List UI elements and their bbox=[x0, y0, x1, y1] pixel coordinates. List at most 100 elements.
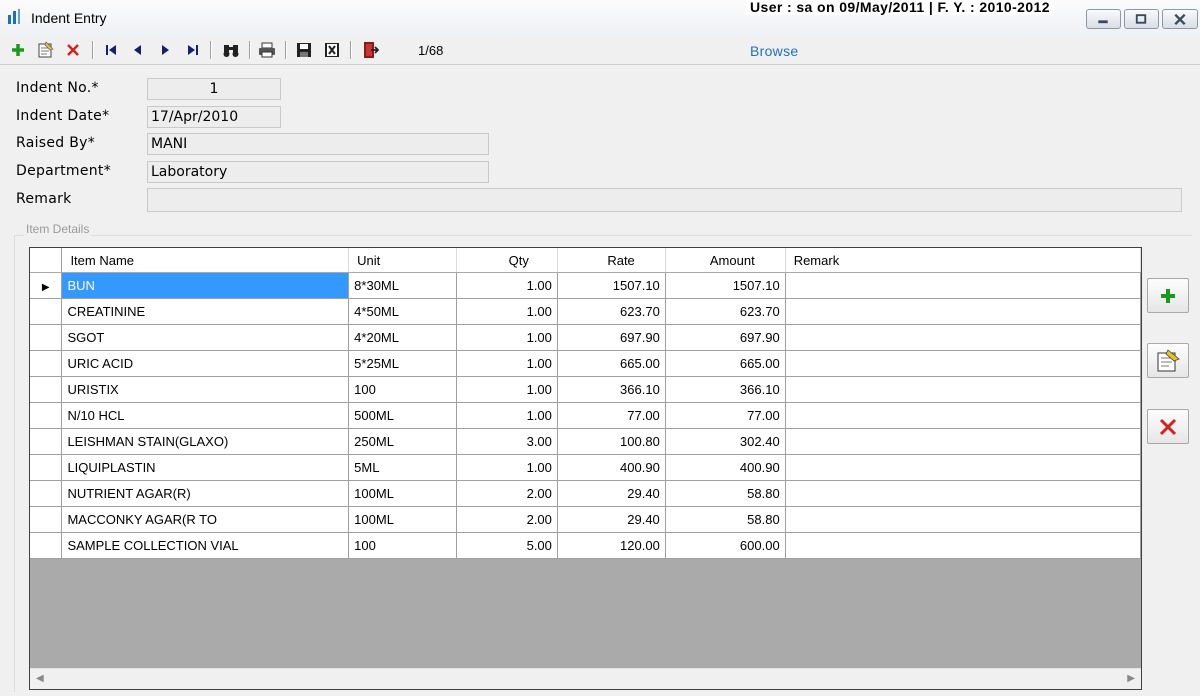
cell-name[interactable]: CREATININE bbox=[61, 298, 350, 325]
cell-remark[interactable] bbox=[785, 480, 1141, 507]
cell-name[interactable]: SAMPLE COLLECTION VIAL bbox=[61, 532, 350, 559]
table-row[interactable]: SAMPLE COLLECTION VIAL 100 5.00 120.00 600.0… bbox=[30, 532, 1141, 559]
scroll-left-icon[interactable]: ◀ bbox=[36, 673, 44, 684]
cell-rate[interactable]: 29.40 bbox=[557, 480, 666, 507]
cell-rate[interactable]: 77.00 bbox=[557, 402, 666, 429]
cell-remark[interactable] bbox=[785, 376, 1141, 403]
cell-amount[interactable]: 1507.10 bbox=[665, 272, 786, 299]
cell-rate[interactable]: 665.00 bbox=[557, 350, 666, 377]
scroll-right-icon[interactable]: ▶ bbox=[1127, 673, 1135, 684]
cell-unit[interactable]: 4*50ML bbox=[348, 298, 458, 325]
previous-record-button[interactable] bbox=[128, 40, 148, 60]
edit-item-button[interactable] bbox=[1147, 343, 1189, 378]
cell-name[interactable]: URISTIX bbox=[61, 376, 350, 403]
edit-record-button[interactable] bbox=[36, 40, 56, 60]
cell-amount[interactable]: 366.10 bbox=[665, 376, 786, 403]
add-record-button[interactable] bbox=[8, 40, 28, 60]
first-record-button[interactable] bbox=[101, 40, 121, 60]
row-header[interactable] bbox=[30, 532, 63, 559]
cell-qty[interactable]: 5.00 bbox=[456, 532, 558, 559]
table-row[interactable]: URIC ACID 5*25ML 1.00 665.00 665.00 bbox=[30, 350, 1141, 377]
table-row[interactable]: LEISHMAN STAIN(GLAXO) 250ML 3.00 100.80 302.… bbox=[30, 428, 1141, 455]
col-header-unit[interactable]: Unit bbox=[348, 248, 458, 273]
cell-name[interactable]: NUTRIENT AGAR(R) bbox=[61, 480, 350, 507]
cell-remark[interactable] bbox=[785, 532, 1141, 559]
cell-amount[interactable]: 600.00 bbox=[665, 532, 786, 559]
browse-link[interactable]: Browse bbox=[750, 43, 798, 59]
cell-unit[interactable]: 500ML bbox=[348, 402, 458, 429]
horizontal-scrollbar[interactable]: ◀ ▶ bbox=[30, 668, 1141, 689]
row-header[interactable]: ▶ bbox=[30, 272, 63, 299]
cell-qty[interactable]: 2.00 bbox=[456, 480, 558, 507]
cell-remark[interactable] bbox=[785, 272, 1141, 299]
remark-field[interactable] bbox=[147, 188, 1182, 212]
cell-name[interactable]: URIC ACID bbox=[61, 350, 350, 377]
col-header-item-name[interactable]: Item Name bbox=[61, 248, 350, 273]
cell-amount[interactable]: 302.40 bbox=[665, 428, 786, 455]
col-header-qty[interactable]: Qty bbox=[456, 248, 558, 273]
cell-name[interactable]: N/10 HCL bbox=[61, 402, 350, 429]
cell-remark[interactable] bbox=[785, 298, 1141, 325]
table-row[interactable]: N/10 HCL 500ML 1.00 77.00 77.00 bbox=[30, 402, 1141, 429]
indent-no-field[interactable]: 1 bbox=[147, 78, 281, 100]
exit-button[interactable] bbox=[360, 40, 380, 60]
table-row[interactable]: ▶ BUN 8*30ML 1.00 1507.10 1507.10 bbox=[30, 272, 1141, 299]
cell-amount[interactable]: 58.80 bbox=[665, 506, 786, 533]
cell-name[interactable]: LEISHMAN STAIN(GLAXO) bbox=[61, 428, 350, 455]
delete-item-button[interactable] bbox=[1147, 409, 1189, 444]
department-field[interactable]: Laboratory bbox=[147, 161, 489, 183]
row-header[interactable] bbox=[30, 454, 63, 481]
row-header[interactable] bbox=[30, 376, 63, 403]
cell-amount[interactable]: 77.00 bbox=[665, 402, 786, 429]
row-header[interactable] bbox=[30, 480, 63, 507]
table-row[interactable]: CREATININE 4*50ML 1.00 623.70 623.70 bbox=[30, 298, 1141, 325]
row-header[interactable] bbox=[30, 402, 63, 429]
cell-name[interactable]: LIQUIPLASTIN bbox=[61, 454, 350, 481]
cell-qty[interactable]: 1.00 bbox=[456, 324, 558, 351]
col-header-remark[interactable]: Remark bbox=[785, 248, 1141, 273]
row-header[interactable] bbox=[30, 350, 63, 377]
row-header[interactable] bbox=[30, 506, 63, 533]
cell-amount[interactable]: 58.80 bbox=[665, 480, 786, 507]
cell-qty[interactable]: 1.00 bbox=[456, 376, 558, 403]
cell-rate[interactable]: 697.90 bbox=[557, 324, 666, 351]
cell-rate[interactable]: 366.10 bbox=[557, 376, 666, 403]
cell-unit[interactable]: 100ML bbox=[348, 506, 458, 533]
cell-amount[interactable]: 623.70 bbox=[665, 298, 786, 325]
cell-rate[interactable]: 623.70 bbox=[557, 298, 666, 325]
cell-remark[interactable] bbox=[785, 350, 1141, 377]
raised-by-field[interactable]: MANI bbox=[147, 133, 489, 155]
cell-unit[interactable]: 100 bbox=[348, 376, 458, 403]
cell-amount[interactable]: 697.90 bbox=[665, 324, 786, 351]
cell-unit[interactable]: 8*30ML bbox=[348, 272, 458, 299]
cell-remark[interactable] bbox=[785, 324, 1141, 351]
item-details-grid[interactable]: Item Name Unit Qty Rate Amount Remark ▶ B… bbox=[29, 247, 1142, 690]
print-button[interactable] bbox=[257, 40, 277, 60]
cell-rate[interactable]: 100.80 bbox=[557, 428, 666, 455]
cancel-button[interactable] bbox=[322, 40, 342, 60]
cell-unit[interactable]: 5ML bbox=[348, 454, 458, 481]
cell-name[interactable]: BUN bbox=[61, 272, 350, 299]
cell-amount[interactable]: 665.00 bbox=[665, 350, 786, 377]
save-button[interactable] bbox=[294, 40, 314, 60]
cell-qty[interactable]: 1.00 bbox=[456, 272, 558, 299]
cell-remark[interactable] bbox=[785, 428, 1141, 455]
cell-qty[interactable]: 3.00 bbox=[456, 428, 558, 455]
cell-rate[interactable]: 1507.10 bbox=[557, 272, 666, 299]
col-header-rate[interactable]: Rate bbox=[557, 248, 666, 273]
row-header[interactable] bbox=[30, 324, 63, 351]
cell-remark[interactable] bbox=[785, 506, 1141, 533]
cell-qty[interactable]: 2.00 bbox=[456, 506, 558, 533]
cell-amount[interactable]: 400.90 bbox=[665, 454, 786, 481]
cell-unit[interactable]: 100 bbox=[348, 532, 458, 559]
last-record-button[interactable] bbox=[183, 40, 203, 60]
minimize-button[interactable] bbox=[1086, 9, 1121, 29]
cell-qty[interactable]: 1.00 bbox=[456, 402, 558, 429]
find-button[interactable] bbox=[221, 40, 241, 60]
cell-qty[interactable]: 1.00 bbox=[456, 454, 558, 481]
cell-qty[interactable]: 1.00 bbox=[456, 298, 558, 325]
cell-qty[interactable]: 1.00 bbox=[456, 350, 558, 377]
row-header[interactable] bbox=[30, 298, 63, 325]
cell-unit[interactable]: 100ML bbox=[348, 480, 458, 507]
close-button[interactable] bbox=[1162, 9, 1198, 29]
